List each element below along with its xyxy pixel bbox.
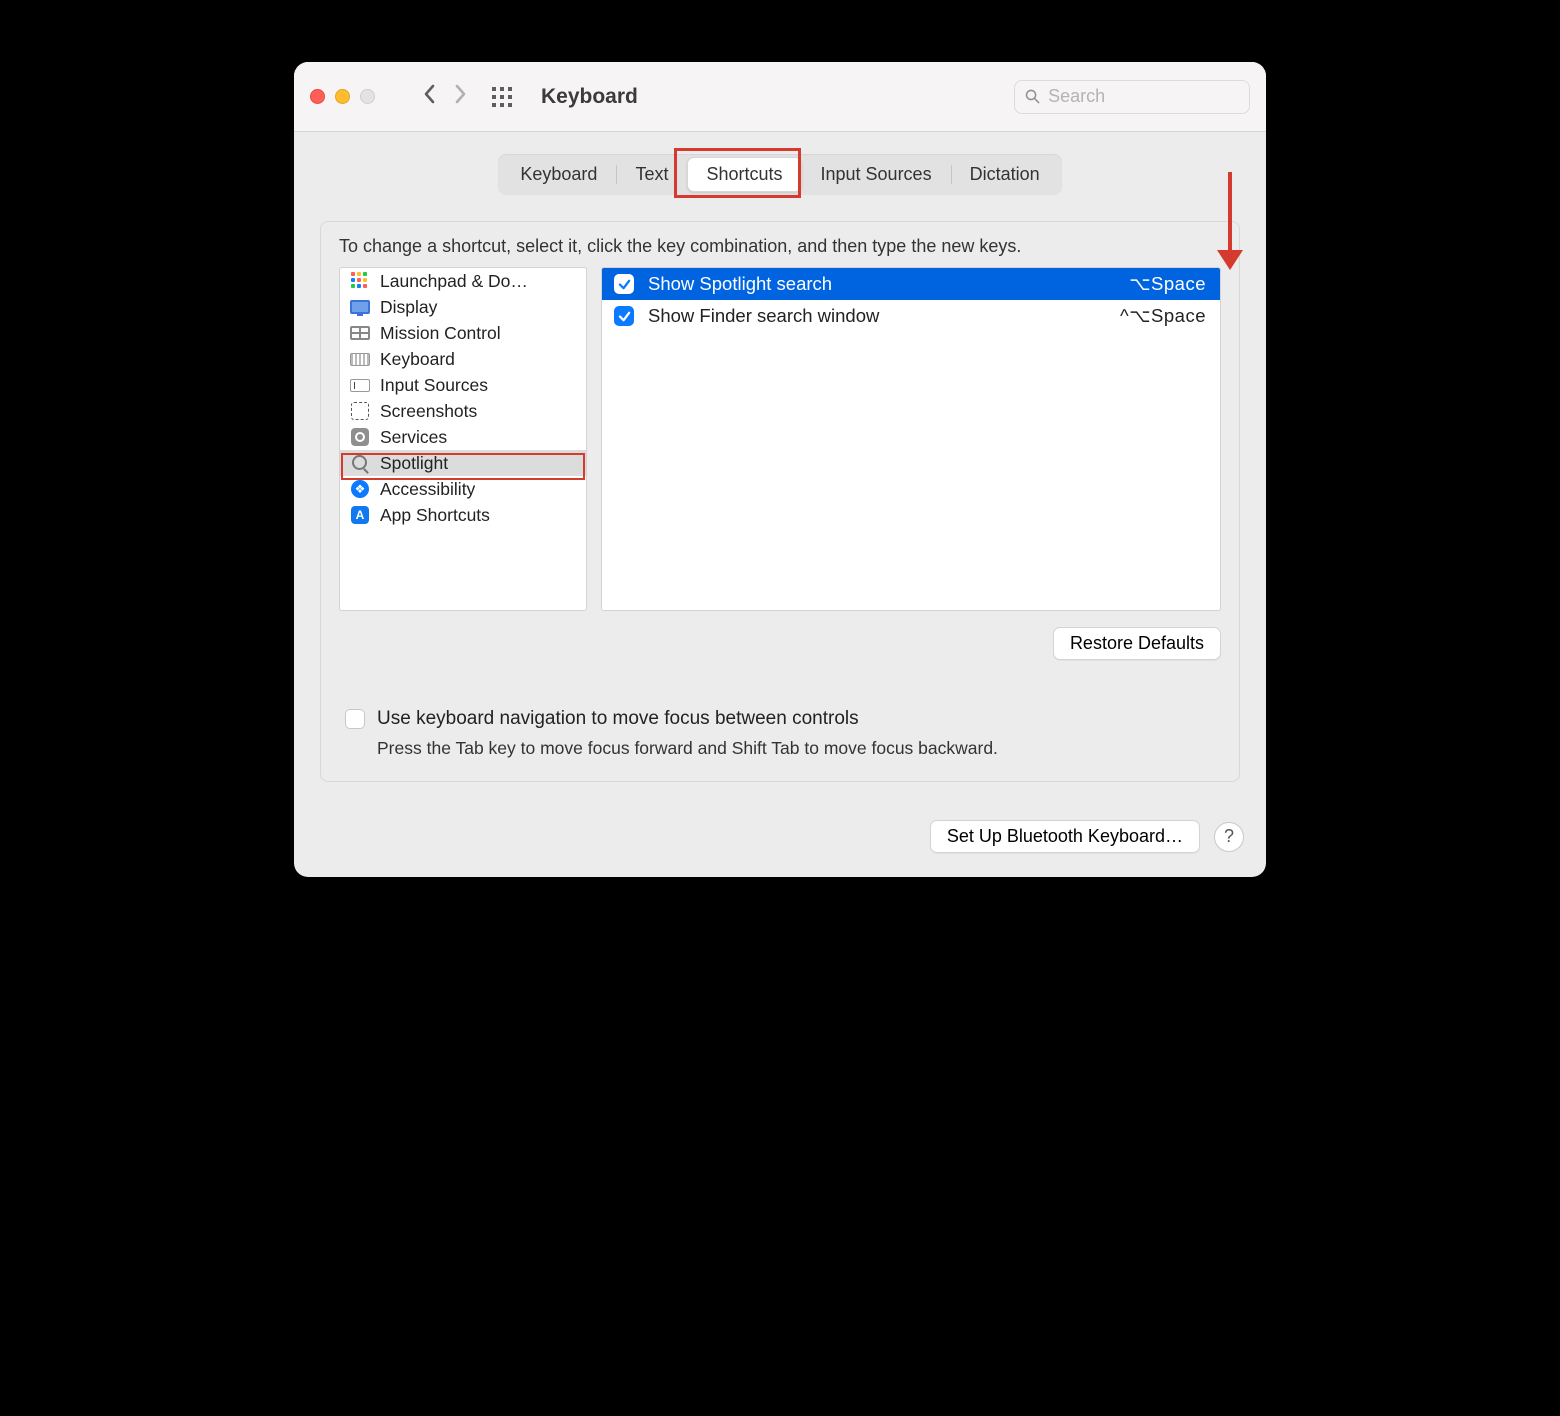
forward-button[interactable] [445,81,475,112]
input-sources-icon [350,375,370,395]
search-icon [1025,88,1040,105]
category-label: Display [380,297,437,318]
category-display[interactable]: Display [340,294,586,320]
search-field[interactable] [1014,80,1250,114]
tab-shortcuts[interactable]: Shortcuts [687,157,801,192]
shortcut-keys[interactable]: ⌥Space [1129,273,1206,295]
grid-icon [491,86,513,108]
page-title: Keyboard [541,85,638,109]
search-input[interactable] [1048,86,1239,107]
category-label: Mission Control [380,323,501,344]
keyboard-navigation-checkbox[interactable] [345,709,365,729]
tab-bar: KeyboardTextShortcutsInput SourcesDictat… [320,154,1240,195]
screenshots-icon [350,401,370,421]
app-icon: A [350,505,370,525]
magnifier-icon [350,453,370,473]
display-icon [350,297,370,317]
shortcut-row[interactable]: Show Finder search window ^⌥Space [602,300,1220,332]
instruction-text: To change a shortcut, select it, click t… [339,236,1221,257]
traffic-lights [310,89,375,104]
tab-input-sources[interactable]: Input Sources [802,157,951,192]
mission-control-icon [350,323,370,343]
chevron-right-icon [452,83,468,105]
shortcut-label: Show Spotlight search [648,273,832,295]
category-spotlight[interactable]: Spotlight [340,450,586,476]
category-screenshots[interactable]: Screenshots [340,398,586,424]
accessibility-icon: ❖ [350,479,370,499]
tab-dictation[interactable]: Dictation [951,157,1059,192]
category-label: Services [380,427,447,448]
category-label: Accessibility [380,479,475,500]
zoom-window-button[interactable] [360,89,375,104]
titlebar: Keyboard [294,62,1266,132]
category-services[interactable]: Services [340,424,586,450]
shortcut-checkbox[interactable] [614,306,634,326]
category-input-sources[interactable]: Input Sources [340,372,586,398]
category-label: Screenshots [380,401,477,422]
keyboard-navigation-desc: Press the Tab key to move focus forward … [377,738,1221,759]
preferences-window: Keyboard KeyboardTextShortcutsInput Sour… [294,62,1266,877]
shortcut-row[interactable]: Show Spotlight search ⌥Space [602,268,1220,300]
category-accessibility[interactable]: ❖ Accessibility [340,476,586,502]
category-label: App Shortcuts [380,505,490,526]
show-all-prefs-button[interactable] [491,86,521,108]
category-label: Input Sources [380,375,488,396]
chevron-left-icon [422,83,438,105]
category-launchpad-do-[interactable]: Launchpad & Do… [340,268,586,294]
category-mission-control[interactable]: Mission Control [340,320,586,346]
restore-defaults-button[interactable]: Restore Defaults [1053,627,1221,660]
shortcuts-panel: To change a shortcut, select it, click t… [320,221,1240,782]
minimize-window-button[interactable] [335,89,350,104]
keyboard-navigation-section: Use keyboard navigation to move focus be… [339,708,1221,759]
gear-icon [350,427,370,447]
shortcut-list[interactable]: Show Spotlight search ⌥Space Show Finder s… [601,267,1221,611]
shortcut-label: Show Finder search window [648,305,879,327]
shortcut-checkbox[interactable] [614,274,634,294]
tab-text[interactable]: Text [616,157,687,192]
keyboard-navigation-label: Use keyboard navigation to move focus be… [377,708,859,730]
category-label: Launchpad & Do… [380,271,528,292]
close-window-button[interactable] [310,89,325,104]
back-button[interactable] [415,81,445,112]
keyboard-icon [350,349,370,369]
launchpad-icon [350,271,370,291]
tab-keyboard[interactable]: Keyboard [501,157,616,192]
category-label: Keyboard [380,349,455,370]
content-area: KeyboardTextShortcutsInput SourcesDictat… [294,132,1266,808]
help-button[interactable]: ? [1214,822,1244,852]
category-label: Spotlight [380,453,448,474]
footer: Set Up Bluetooth Keyboard… ? [294,808,1266,877]
category-list[interactable]: Launchpad & Do… Display Mission Control Key… [339,267,587,611]
category-keyboard[interactable]: Keyboard [340,346,586,372]
category-app-shortcuts[interactable]: A App Shortcuts [340,502,586,528]
setup-bluetooth-keyboard-button[interactable]: Set Up Bluetooth Keyboard… [930,820,1200,853]
shortcut-keys[interactable]: ^⌥Space [1120,305,1206,327]
